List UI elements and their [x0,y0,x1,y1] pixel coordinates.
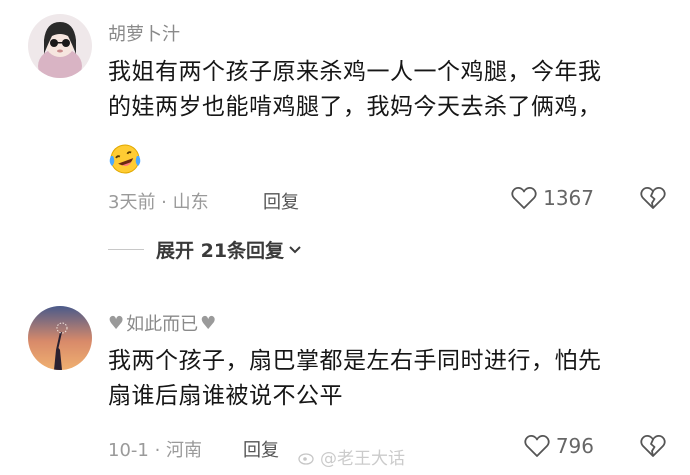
comment-line: 我两个孩子，扇巴掌都是左右手同时进行，怕先 [108,348,602,374]
divider-line [108,249,144,250]
weibo-logo-icon [298,452,314,465]
like-count: 1367 [543,186,594,210]
dislike-button[interactable] [640,186,666,215]
heart-icon: ♥ [200,312,217,334]
comment-content: 我姐有两个孩子原来杀鸡一人一个鸡腿，今年我 的娃两岁也能啃鸡腿了，我妈今天去杀了… [108,55,602,125]
like-button[interactable]: 1367 [511,186,594,210]
comment-time-location: 10-1 · 河南 [108,440,203,461]
expand-replies-label: 展开 21条回复 [156,240,285,262]
broken-heart-icon [640,187,666,209]
laughing-crying-emoji [108,142,142,176]
username[interactable]: ♥ 如此而已 ♥ [108,310,216,336]
username[interactable]: 胡萝卜汁 [108,20,180,46]
username-text: 如此而已 [126,314,199,335]
like-count: 796 [555,434,594,458]
comment-line: 的娃两岁也能啃鸡腿了，我妈今天去杀了俩鸡， [108,94,602,120]
broken-heart-icon [640,435,666,457]
avatar[interactable] [28,14,92,78]
reply-button[interactable]: 回复 [263,188,299,214]
comment-line: 我姐有两个孩子原来杀鸡一人一个鸡腿，今年我 [108,59,602,85]
comment-meta-row: 3天前 · 山东 回复 1367 [108,186,666,216]
heart-icon [511,187,537,209]
watermark-text: @老王大话 [320,449,405,469]
comment-line: 扇谁后扇谁被说不公平 [108,383,343,409]
like-button[interactable]: 796 [524,434,594,458]
watermark: @老王大话 [298,444,405,469]
expand-replies-button[interactable]: 展开 21条回复 [108,236,302,263]
comment-time-location: 3天前 · 山东 [108,192,209,213]
comment-content: 我两个孩子，扇巴掌都是左右手同时进行，怕先 扇谁后扇谁被说不公平 [108,344,602,414]
avatar[interactable] [28,306,92,370]
dislike-button[interactable] [640,434,666,463]
heart-icon [524,435,550,457]
chevron-down-icon [289,245,301,253]
reply-button[interactable]: 回复 [243,436,279,462]
heart-icon: ♥ [108,312,125,334]
